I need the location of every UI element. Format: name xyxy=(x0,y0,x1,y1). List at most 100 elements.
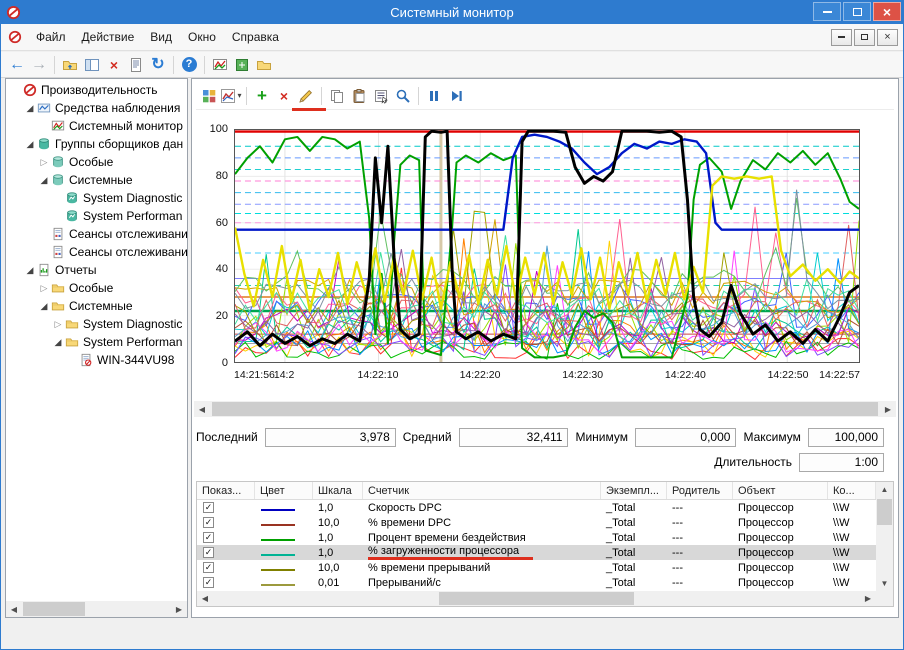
tree-item-системные[interactable]: ◢Системные xyxy=(6,171,187,189)
table-scroll-down-icon[interactable]: ▼ xyxy=(876,576,893,591)
tree-item-системный-монитор[interactable]: Системный монитор xyxy=(6,117,187,135)
highlight-button[interactable] xyxy=(295,85,317,107)
tree-item-отчеты[interactable]: ◢Отчеты xyxy=(6,261,187,279)
tree-item-средства-наблюдения[interactable]: ◢Средства наблюдения xyxy=(6,99,187,117)
zoom-button[interactable] xyxy=(392,85,414,107)
table-header[interactable]: Показ...ЦветШкалаСчетчикЭкземпл...Родите… xyxy=(197,482,876,500)
time-scroll-track[interactable] xyxy=(210,401,880,417)
table-scroll-up-icon[interactable]: ▲ xyxy=(876,482,893,497)
tree-item-system-diagnostic[interactable]: System Diagnostic xyxy=(6,189,187,207)
minimize-button[interactable] xyxy=(813,2,841,21)
tree-item-особые[interactable]: ▷Особые xyxy=(6,279,187,297)
column-header-4[interactable]: Экземпл... xyxy=(601,482,667,499)
tree-item-system-performan[interactable]: ◢System Performan xyxy=(6,333,187,351)
tree-item-win-344vu98[interactable]: WIN-344VU98 xyxy=(6,351,187,369)
table-row[interactable]: ✓10,0% времени DPC_Total---Процессор\\W xyxy=(197,515,876,530)
table-row[interactable]: ✓1,0Процент времени бездействия_Total---… xyxy=(197,530,876,545)
dropdown-arrow-icon[interactable]: ▾ xyxy=(237,91,241,100)
tree-item-сеансы-отслеживани[interactable]: Сеансы отслеживани xyxy=(6,225,187,243)
scroll-right-icon[interactable]: ▶ xyxy=(171,601,187,617)
tree-item-группы-сборщиков-дан[interactable]: ◢Группы сборщиков дан xyxy=(6,135,187,153)
expander-closed-icon[interactable]: ▷ xyxy=(52,319,64,330)
table-horizontal-scrollbar[interactable]: ◀ ▶ xyxy=(197,591,876,606)
table-scroll-left-icon[interactable]: ◀ xyxy=(197,591,213,606)
show-checkbox[interactable]: ✓ xyxy=(203,532,214,543)
child-minimize-button[interactable] xyxy=(831,29,852,46)
show-checkbox[interactable]: ✓ xyxy=(203,547,214,558)
menu-action[interactable]: Действие xyxy=(74,26,143,48)
back-button[interactable]: ← xyxy=(6,54,28,76)
column-header-3[interactable]: Счетчик xyxy=(363,482,601,499)
paste-counter-list-button[interactable] xyxy=(348,85,370,107)
up-level-button[interactable] xyxy=(59,54,81,76)
delete-button[interactable]: × xyxy=(103,54,125,76)
show-checkbox[interactable]: ✓ xyxy=(203,562,214,573)
collector-set-button[interactable] xyxy=(231,54,253,76)
help-button[interactable]: ? xyxy=(178,54,200,76)
expander-open-icon[interactable]: ◢ xyxy=(24,103,36,114)
expander-open-icon[interactable]: ◢ xyxy=(24,139,36,150)
menu-window[interactable]: Окно xyxy=(180,26,224,48)
column-header-2[interactable]: Шкала xyxy=(313,482,363,499)
show-checkbox[interactable]: ✓ xyxy=(203,517,214,528)
time-scroll-left-icon[interactable]: ◀ xyxy=(194,401,210,417)
table-row[interactable]: ✓1,0% загруженности процессора_Total---П… xyxy=(197,545,876,560)
time-range-scrollbar[interactable]: ◀ ▶ xyxy=(194,401,896,417)
table-row[interactable]: ✓0,01Прерываний/с_Total---Процессор\\W xyxy=(197,575,876,590)
table-vscroll-track[interactable] xyxy=(876,497,893,576)
menu-help[interactable]: Справка xyxy=(224,26,287,48)
tree-item-производительность[interactable]: Производительность xyxy=(6,81,187,99)
maximize-button[interactable] xyxy=(843,2,871,21)
graph-type-button[interactable]: ▾ xyxy=(220,85,242,107)
show-checkbox[interactable]: ✓ xyxy=(203,577,214,588)
expander-open-icon[interactable]: ◢ xyxy=(38,301,50,312)
child-close-button[interactable]: × xyxy=(877,29,898,46)
menu-file[interactable]: Файл xyxy=(28,26,74,48)
tree-scroll-thumb[interactable] xyxy=(23,602,85,616)
expander-open-icon[interactable]: ◢ xyxy=(24,265,36,276)
expander-closed-icon[interactable]: ▷ xyxy=(38,283,50,294)
freeze-display-button[interactable] xyxy=(423,85,445,107)
forward-button[interactable]: → xyxy=(28,54,50,76)
expander-open-icon[interactable]: ◢ xyxy=(52,337,64,348)
system-monitor-view-button[interactable] xyxy=(209,54,231,76)
column-header-6[interactable]: Объект xyxy=(733,482,828,499)
delete-counter-button[interactable]: × xyxy=(273,85,295,107)
tree-item-системные[interactable]: ◢Системные xyxy=(6,297,187,315)
expander-open-icon[interactable]: ◢ xyxy=(38,175,50,186)
column-header-0[interactable]: Показ... xyxy=(197,482,255,499)
column-header-5[interactable]: Родитель xyxy=(667,482,733,499)
child-restore-button[interactable] xyxy=(854,29,875,46)
tree-item-system-performan[interactable]: System Performan xyxy=(6,207,187,225)
tree-item-сеансы-отслеживани[interactable]: Сеансы отслеживани xyxy=(6,243,187,261)
time-scroll-right-icon[interactable]: ▶ xyxy=(880,401,896,417)
properties-button[interactable] xyxy=(370,85,392,107)
table-scroll-right-icon[interactable]: ▶ xyxy=(860,591,876,606)
export-list-button[interactable] xyxy=(125,54,147,76)
table-vscroll-thumb[interactable] xyxy=(877,499,892,525)
view-current-activity-button[interactable] xyxy=(198,85,220,107)
close-button[interactable]: × xyxy=(873,2,901,21)
table-row[interactable]: ✓1,0Скорость DPC_Total---Процессор\\W xyxy=(197,500,876,515)
table-row[interactable]: ✓10,0% времени прерываний_Total---Процес… xyxy=(197,560,876,575)
menu-view[interactable]: Вид xyxy=(142,26,180,48)
tree-item-особые[interactable]: ▷Особые xyxy=(6,153,187,171)
table-hscroll-track[interactable] xyxy=(213,591,860,606)
refresh-button[interactable]: ↻ xyxy=(147,54,169,76)
time-scroll-thumb[interactable] xyxy=(212,402,878,416)
report-folder-button[interactable] xyxy=(253,54,275,76)
show-console-tree-button[interactable] xyxy=(81,54,103,76)
scroll-left-icon[interactable]: ◀ xyxy=(6,601,22,617)
show-checkbox[interactable]: ✓ xyxy=(203,502,214,513)
column-header-7[interactable]: Ко... xyxy=(828,482,876,499)
table-hscroll-thumb[interactable] xyxy=(439,592,633,605)
copy-properties-button[interactable] xyxy=(326,85,348,107)
table-vertical-scrollbar[interactable]: ▲ ▼ xyxy=(876,482,893,591)
expander-closed-icon[interactable]: ▷ xyxy=(38,157,50,168)
tree-horizontal-scrollbar[interactable]: ◀ ▶ xyxy=(6,601,187,617)
add-counter-button[interactable]: + xyxy=(251,85,273,107)
titlebar[interactable]: Системный монитор × xyxy=(1,1,903,24)
tree-scroll-track[interactable] xyxy=(22,601,171,617)
column-header-1[interactable]: Цвет xyxy=(255,482,313,499)
tree-item-system-diagnostic[interactable]: ▷System Diagnostic xyxy=(6,315,187,333)
